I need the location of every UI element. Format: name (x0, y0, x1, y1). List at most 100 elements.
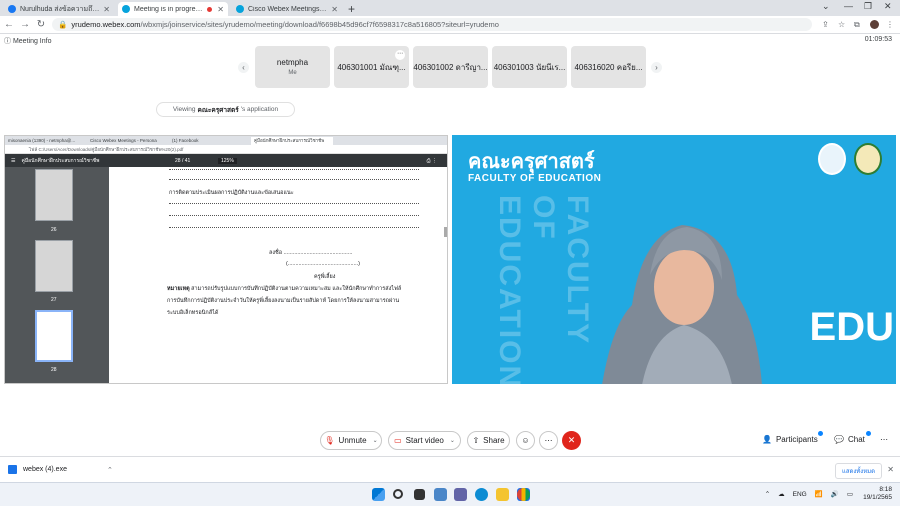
participant-tile[interactable]: netmpha Me (255, 46, 330, 88)
close-icon[interactable]: ✕ (331, 5, 338, 14)
bookmark-star-icon[interactable]: ☆ (838, 20, 845, 29)
share-button[interactable]: ⇧ Share (467, 431, 510, 450)
extensions-icon[interactable]: ⧉ (854, 20, 860, 30)
thumb-number: 28 (51, 367, 57, 373)
clock[interactable]: 8:18 19/1/2565 (863, 486, 892, 502)
search-icon[interactable] (393, 489, 403, 499)
back-icon[interactable]: ← (2, 19, 16, 30)
thumb-number: 26 (51, 227, 57, 233)
chevron-right-icon[interactable]: › (651, 62, 662, 73)
mic-muted-icon: 🎙 (324, 436, 335, 445)
system-tray: ⌃ ☁ ENG 📶 🔊 ▭ 8:18 19/1/2565 (757, 486, 892, 502)
page-thumbnail (35, 240, 73, 292)
share-icon[interactable]: ⇪ (822, 20, 829, 29)
windows-start-icon[interactable] (372, 488, 385, 501)
chat-button[interactable]: 💬 Chat (834, 435, 865, 444)
browser-tab[interactable]: Nurulhuda ส่งข้อความถึง ทดแล้วคาง ✕ (4, 2, 114, 16)
reactions-button[interactable]: ☺ (516, 431, 535, 450)
scrollbar[interactable] (444, 227, 447, 237)
reload-icon[interactable]: ↻ (34, 19, 48, 30)
more-panels-button[interactable]: ⋯ (880, 435, 888, 444)
url-host: yrudemo.webex.com (71, 20, 141, 29)
browser-tab-strip: Nurulhuda ส่งข้อความถึง ทดแล้วคาง ✕ Meet… (0, 0, 900, 16)
shared-tab: (1) Facebook (172, 138, 199, 143)
lang-indicator[interactable]: ENG (793, 491, 807, 498)
webex-icon (236, 5, 244, 13)
show-all-button[interactable]: แสดงทั้งหมด (834, 463, 882, 479)
faculty-title-en: FACULTY OF EDUCATION (468, 173, 602, 184)
menu-kebab-icon[interactable]: ⋮ (886, 20, 894, 29)
presenter-video[interactable]: FACULTY OF EDUCATION คณะครุศาสตร์ FACULT… (452, 135, 896, 384)
more-options-button[interactable]: ⋯ (539, 431, 558, 450)
file-explorer-icon[interactable] (496, 488, 509, 501)
participant-tile[interactable]: 406316020 คอรีย... (571, 46, 646, 88)
minimize-icon[interactable]: — (844, 1, 853, 11)
url-input[interactable]: 🔒 yrudemo.webex.com/wbxmjs/joinservice/s… (52, 18, 812, 31)
meeting-info-button[interactable]: ⓘ Meeting Info (4, 36, 51, 46)
leave-meeting-button[interactable]: ✕ (562, 431, 581, 450)
close-icon[interactable]: ✕ (217, 5, 224, 14)
chevron-up-icon[interactable]: ⌃ (765, 490, 770, 498)
shared-screen[interactable]: misonaenia (1390) - netmpha@... Cisco We… (4, 135, 448, 384)
pdf-note-text: สามารถปรับรูปแบบการบันทึกปฏิบัติงานตามคว… (189, 286, 402, 292)
chat-icon: 💬 (834, 435, 844, 444)
pdf-note-line: หมายเหตุ สามารถปรับรูปแบบการบันทึกปฏิบัต… (167, 285, 401, 293)
participant-tile[interactable]: ⋯ 406301001 มัณฑุ... (334, 46, 409, 88)
chrome-icon[interactable] (517, 488, 530, 501)
dotted-line (169, 203, 419, 204)
viewing-indicator: Viewing คณะครุศาสตร์ 's application (156, 102, 295, 117)
participants-label: Participants (775, 435, 818, 444)
teams-chat-icon[interactable] (454, 488, 467, 501)
clock-time: 8:18 (879, 486, 892, 493)
person-icon: 👤 (762, 435, 772, 444)
start-video-button[interactable]: ▭ Start video ⌄ (388, 431, 461, 450)
address-bar: ← → ↻ 🔒 yrudemo.webex.com/wbxmjs/joinser… (0, 16, 900, 34)
pdf-note-label: หมายเหตุ (167, 286, 190, 292)
download-item[interactable]: webex (4).exe ⌃ (8, 465, 113, 474)
facebook-icon (8, 5, 16, 13)
menu-icon: ☰ (11, 157, 16, 164)
participants-button[interactable]: 👤 Participants (762, 435, 818, 444)
shared-tab-active: คู่มือนักศึกษาฝึกประสบการณ์วิชาชีพ (251, 137, 333, 145)
chevron-left-icon[interactable]: ‹ (238, 62, 249, 73)
pdf-page: การติดตามประเมินผลการปฏิบัติงานและข้อเสน… (103, 167, 447, 383)
dotted-line (169, 179, 419, 180)
battery-icon[interactable]: ▭ (847, 490, 853, 498)
cloud-icon[interactable]: ☁ (778, 490, 785, 498)
chevron-down-icon[interactable]: ⌄ (373, 437, 378, 444)
participant-tile[interactable]: 406301003 นัยนีเร... (492, 46, 567, 88)
info-icon: ⓘ (4, 38, 11, 45)
download-filename: webex (4).exe (23, 466, 67, 473)
chevron-down-icon[interactable]: ⌄ (822, 1, 830, 12)
zoom-level: 125% (218, 157, 237, 164)
browser-tab[interactable]: Cisco Webex Meetings - Persona ✕ (232, 2, 342, 16)
pdf-mentor: ครูพี่เลี้ยง (314, 274, 336, 280)
pdf-heading: การติดตามประเมินผลการปฏิบัติงานและข้อเสน… (169, 190, 294, 196)
maximize-icon[interactable]: ❐ (864, 1, 872, 12)
browser-tab-active[interactable]: Meeting is in progress... ✕ (118, 2, 228, 16)
volume-icon[interactable]: 🔊 (831, 490, 839, 498)
chevron-up-icon[interactable]: ⌃ (107, 466, 113, 474)
close-icon[interactable]: ✕ (103, 5, 110, 14)
new-tab-button[interactable]: + (348, 2, 355, 16)
close-window-icon[interactable]: ✕ (884, 1, 892, 12)
forward-icon[interactable]: → (18, 19, 32, 30)
more-options-icon[interactable]: ⋯ (395, 50, 405, 60)
task-view-icon[interactable] (414, 489, 425, 500)
participant-tile[interactable]: 406301002 ดารีญา... (413, 46, 488, 88)
more-icon: ⋯ (544, 436, 553, 445)
participant-name: 406316020 คอรีย... (574, 62, 643, 72)
avatar[interactable] (870, 20, 879, 29)
wifi-icon[interactable]: 📶 (815, 490, 823, 498)
dotted-line (169, 215, 419, 216)
viewing-prefix: Viewing (172, 106, 196, 113)
unmute-button[interactable]: 🎙 Unmute ⌄ (320, 431, 382, 450)
close-icon[interactable]: ✕ (887, 465, 894, 474)
notification-dot (866, 431, 871, 436)
edge-icon[interactable] (475, 488, 488, 501)
url-path: /wbxmjs/joinservice/sites/yrudemo/meetin… (140, 20, 499, 29)
participant-sub: Me (288, 70, 297, 76)
chevron-down-icon[interactable]: ⌄ (450, 437, 455, 444)
widgets-icon[interactable] (434, 488, 447, 501)
chat-label: Chat (847, 435, 865, 444)
